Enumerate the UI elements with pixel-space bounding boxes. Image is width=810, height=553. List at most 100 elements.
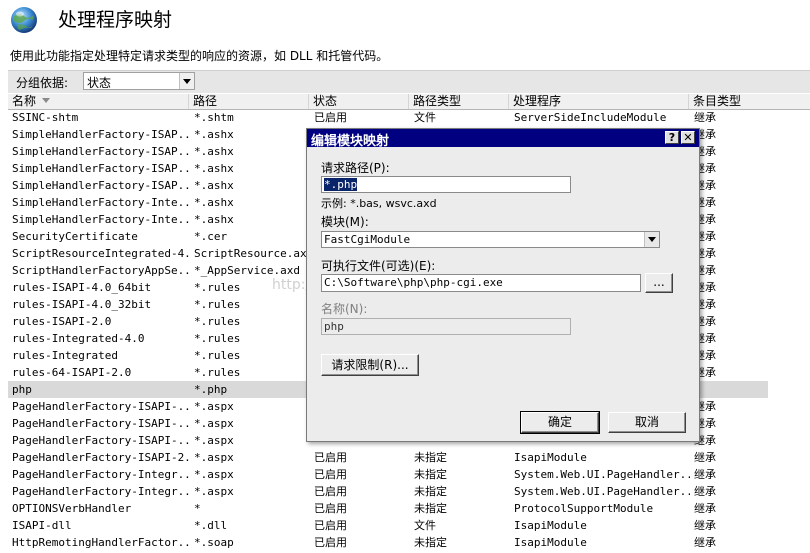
name-cell: SimpleHandlerFactory-ISAP... — [12, 162, 190, 175]
state-cell: 已启用 — [314, 468, 347, 481]
state-cell: 已启用 — [314, 485, 347, 498]
path-cell: *.rules — [194, 298, 241, 311]
path-cell: *.ashx — [194, 179, 234, 192]
name-cell: SimpleHandlerFactory-ISAP... — [12, 145, 190, 158]
executable-input[interactable]: C:\Software\php\php-cgi.exe — [321, 274, 641, 292]
name-cell: SimpleHandlerFactory-Inte... — [12, 213, 190, 226]
column-header-handler[interactable]: 处理程序 — [509, 94, 689, 109]
name-cell: rules-Integrated-4.0 — [12, 332, 145, 345]
name-cell: SimpleHandlerFactory-Inte... — [12, 196, 190, 209]
name-cell: SecurityCertificate — [12, 230, 138, 243]
column-header-state[interactable]: 状态 — [309, 94, 409, 109]
handler-cell: IsapiModule — [514, 519, 587, 532]
name-cell: PageHandlerFactory-ISAPI-2.0 — [12, 451, 190, 464]
path-cell: *.rules — [194, 349, 241, 362]
entry-type-cell: 继承 — [694, 179, 716, 192]
name-cell: ISAPI-dll — [12, 519, 72, 532]
name-cell: ScriptResourceIntegrated-4.0 — [12, 247, 190, 260]
state-cell: 已启用 — [314, 536, 347, 549]
entry-type-cell: 继承 — [694, 332, 716, 345]
entry-type-cell: 继承 — [694, 145, 716, 158]
table-row[interactable]: HttpRemotingHandlerFactor... *.soap 已启用 未指定… — [8, 534, 810, 551]
group-by-select[interactable]: 状态 — [83, 72, 195, 90]
handler-cell: ProtocolSupportModule — [514, 502, 654, 515]
column-header-path[interactable]: 路径 — [189, 94, 309, 109]
path-cell: *.php — [194, 383, 228, 396]
path-cell: *.rules — [194, 315, 241, 328]
path-cell: *.aspx — [194, 468, 234, 481]
entry-type-cell: 继承 — [694, 366, 716, 379]
chevron-down-icon[interactable] — [179, 73, 194, 89]
path-cell: *.aspx — [194, 417, 234, 430]
path-type-cell: 文件 — [414, 519, 436, 532]
name-cell: php — [12, 383, 32, 396]
module-label: 模块(M): — [321, 215, 369, 229]
cancel-button[interactable]: 取消 — [608, 412, 686, 433]
entry-type-cell: 继承 — [694, 434, 716, 447]
path-cell: ScriptResource.axd — [194, 247, 312, 260]
table-row[interactable]: PageHandlerFactory-Integr... *.aspx 已启用 未指定… — [8, 466, 810, 483]
request-restrictions-button[interactable]: 请求限制(R)... — [321, 354, 419, 376]
entry-type-cell: 继承 — [694, 298, 716, 311]
name-cell: rules-64-ISAPI-2.0 — [12, 366, 132, 379]
ok-button[interactable]: 确定 — [520, 411, 600, 434]
dialog-title: 编辑模块映射 — [311, 134, 390, 149]
path-type-cell: 未指定 — [414, 451, 447, 464]
path-type-cell: 未指定 — [414, 502, 447, 515]
table-row[interactable]: PageHandlerFactory-ISAPI-2.0 *.aspx 已启用 未指定… — [8, 449, 810, 466]
name-label: 名称(N): — [321, 302, 368, 316]
entry-type-cell: 继承 — [694, 536, 716, 549]
path-type-cell: 未指定 — [414, 485, 447, 498]
name-cell: rules-Integrated — [12, 349, 118, 362]
entry-type-cell: 继承 — [694, 111, 716, 124]
handler-mappings-globe-icon — [8, 4, 40, 36]
entry-type-cell: 继承 — [694, 502, 716, 515]
dialog-titlebar[interactable]: 编辑模块映射 ? ✕ — [307, 129, 699, 149]
table-row[interactable]: PageHandlerFactory-Integr... *.aspx 已启用 未指定… — [8, 483, 810, 500]
path-type-cell: 文件 — [414, 111, 436, 124]
page-description: 使用此功能指定处理特定请求类型的响应的资源，如 DLL 和托管代码。 — [10, 49, 389, 63]
path-cell: *.cer — [194, 230, 228, 243]
table-row[interactable]: SSINC-shtm *.shtm 已启用 文件 ServerSideIncludeMo… — [8, 109, 810, 126]
entry-type-cell: 继承 — [694, 468, 716, 481]
close-button[interactable]: ✕ — [681, 131, 695, 144]
path-cell: *.ashx — [194, 128, 234, 141]
table-row[interactable]: ISAPI-dll *.dll 已启用 文件 IsapiModule 继承 — [8, 517, 810, 534]
column-header-entry-type[interactable]: 条目类型 — [689, 94, 810, 109]
entry-type-cell: 继承 — [694, 128, 716, 141]
path-cell: *.aspx — [194, 451, 234, 464]
browse-button[interactable]: ... — [645, 273, 673, 293]
chevron-down-icon[interactable] — [644, 232, 659, 247]
name-cell: rules-ISAPI-4.0_32bit — [12, 298, 152, 311]
entry-type-cell: 继承 — [694, 230, 716, 243]
entry-type-cell — [694, 381, 806, 398]
name-cell: HttpRemotingHandlerFactor... — [12, 536, 190, 549]
handler-cell: IsapiModule — [514, 451, 587, 464]
state-cell: 已启用 — [314, 519, 347, 532]
list-header: 名称 路径 状态 路径类型 处理程序 条目类型 — [8, 94, 810, 110]
name-cell: PageHandlerFactory-Integr... — [12, 485, 190, 498]
entry-type-cell: 继承 — [694, 247, 716, 260]
entry-type-cell: 继承 — [694, 451, 716, 464]
request-path-input[interactable]: *.php — [321, 176, 571, 193]
name-cell: SimpleHandlerFactory-ISAP... — [12, 179, 190, 192]
name-cell: SimpleHandlerFactory-ISAP... — [12, 128, 190, 141]
sort-descending-icon — [42, 98, 51, 103]
path-cell: * — [194, 502, 201, 515]
name-cell: OPTIONSVerbHandler — [12, 502, 132, 515]
help-button[interactable]: ? — [665, 131, 679, 144]
page-title: 处理程序映射 — [58, 9, 173, 31]
path-cell: *.aspx — [194, 400, 234, 413]
path-cell: *.shtm — [194, 111, 234, 124]
column-header-name[interactable]: 名称 — [8, 94, 189, 109]
request-path-label: 请求路径(P): — [321, 161, 390, 175]
table-row[interactable]: OPTIONSVerbHandler * 已启用 未指定 ProtocolSupport… — [8, 500, 810, 517]
module-select[interactable]: FastCgiModule — [321, 231, 660, 248]
name-cell: PageHandlerFactory-ISAPI-... — [12, 434, 190, 447]
group-by-bar: 分组依据: 状态 — [8, 70, 810, 93]
entry-type-cell: 继承 — [694, 281, 716, 294]
column-header-path-type[interactable]: 路径类型 — [409, 94, 509, 109]
name-cell: PageHandlerFactory-ISAPI-... — [12, 417, 190, 430]
path-cell: *.rules — [194, 366, 241, 379]
path-cell: *.aspx — [194, 485, 234, 498]
